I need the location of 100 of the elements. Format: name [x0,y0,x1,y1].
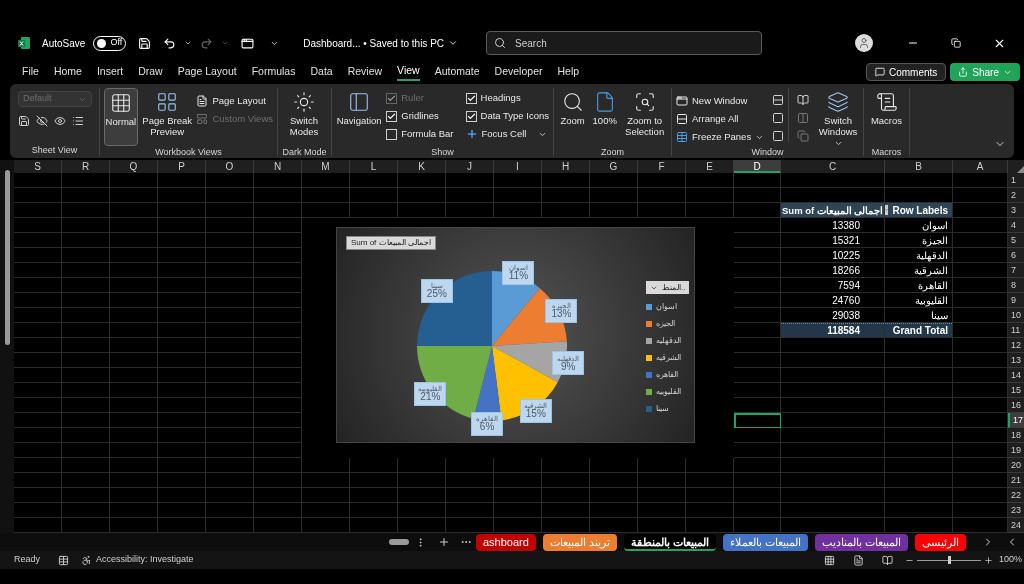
empty-cell[interactable] [734,188,781,203]
column-header[interactable]: H [542,160,590,173]
empty-cell[interactable] [254,488,302,503]
empty-cell[interactable] [254,383,302,398]
empty-cell[interactable] [302,458,350,473]
add-sheet-icon[interactable] [438,536,450,548]
empty-cell[interactable] [158,353,206,368]
empty-cell[interactable] [110,218,158,233]
empty-cell[interactable] [885,503,953,518]
empty-cell[interactable] [638,188,686,203]
empty-cell[interactable] [638,458,686,473]
new-window-button[interactable]: New Window [676,92,765,110]
empty-cell[interactable] [254,218,302,233]
empty-cell[interactable] [206,473,254,488]
accessibility-icon[interactable] [81,554,92,566]
empty-cell[interactable] [62,428,110,443]
empty-cell[interactable] [206,413,254,428]
row-header[interactable]: 2 [1008,188,1024,203]
empty-cell[interactable] [638,173,686,188]
column-header[interactable]: B [885,160,953,173]
page-layout-button[interactable]: Page Layout [196,92,273,110]
empty-cell[interactable] [206,428,254,443]
normal-view-button[interactable]: Normal [104,88,138,146]
empty-cell[interactable] [350,458,398,473]
empty-cell[interactable] [494,188,542,203]
empty-cell[interactable] [62,278,110,293]
empty-cell[interactable] [734,293,781,308]
empty-cell[interactable] [62,323,110,338]
empty-cell[interactable] [158,443,206,458]
empty-cell[interactable] [885,173,953,188]
empty-cell[interactable] [590,203,638,218]
empty-cell[interactable] [542,203,590,218]
row-header[interactable]: 10 [1008,308,1024,323]
empty-cell[interactable] [206,383,254,398]
empty-cell[interactable] [302,173,350,188]
empty-cell[interactable] [14,353,62,368]
empty-cell[interactable] [781,383,885,398]
filter-dropdown-icon[interactable] [885,205,889,215]
empty-cell[interactable] [638,488,686,503]
empty-cell[interactable] [158,293,206,308]
empty-cell[interactable] [110,173,158,188]
row-header[interactable]: 18 [1008,428,1024,443]
empty-cell[interactable] [254,443,302,458]
empty-cell[interactable] [781,458,885,473]
empty-cell[interactable] [254,173,302,188]
zoom-100-button[interactable]: 100% [591,88,619,146]
empty-cell[interactable] [494,503,542,518]
empty-cell[interactable] [885,488,953,503]
empty-cell[interactable] [206,488,254,503]
column-header[interactable]: I [494,160,542,173]
file-name-button[interactable]: Dashboard... • Saved to this PC [303,35,459,51]
empty-cell[interactable] [206,338,254,353]
empty-cell[interactable] [14,473,62,488]
row-header[interactable]: 21 [1008,473,1024,488]
redo-icon[interactable] [200,36,214,50]
empty-cell[interactable] [734,248,781,263]
empty-cell[interactable] [14,368,62,383]
column-header[interactable]: K [398,160,446,173]
column-header[interactable]: R [62,160,110,173]
empty-cell[interactable] [206,503,254,518]
empty-cell[interactable] [885,338,953,353]
empty-cell[interactable] [350,203,398,218]
empty-cell[interactable] [885,458,953,473]
empty-cell[interactable] [398,488,446,503]
empty-cell[interactable] [302,503,350,518]
empty-cell[interactable] [446,173,494,188]
empty-cell[interactable] [206,353,254,368]
restore-icon[interactable] [951,38,961,48]
empty-cell[interactable] [158,263,206,278]
page-break-preview-button[interactable]: Page Break Preview [141,88,193,146]
sheet-tab[interactable]: المبيعات بالعملاء [723,533,809,551]
empty-cell[interactable] [158,248,206,263]
empty-cell[interactable] [254,338,302,353]
empty-cell[interactable] [542,173,590,188]
empty-cell[interactable] [62,443,110,458]
empty-cell[interactable] [110,473,158,488]
zoom-button[interactable]: Zoom [558,88,588,146]
empty-cell[interactable] [62,233,110,248]
empty-cell[interactable] [781,368,885,383]
macros-button[interactable]: Macros [868,88,905,146]
empty-cell[interactable] [638,473,686,488]
empty-cell[interactable] [14,443,62,458]
empty-cell[interactable] [734,173,781,188]
empty-cell[interactable] [110,308,158,323]
empty-cell[interactable] [110,278,158,293]
row-header[interactable]: 7 [1008,263,1024,278]
menu-tab[interactable]: File [22,63,39,81]
empty-cell[interactable] [254,278,302,293]
empty-cell[interactable] [590,473,638,488]
switch-windows-button[interactable]: Switch Windows [817,88,859,146]
empty-cell[interactable] [110,368,158,383]
empty-cell[interactable] [158,323,206,338]
empty-cell[interactable] [254,473,302,488]
sheet-tab[interactable]: المبيعات بالمناديب [815,533,909,551]
eye-off-icon[interactable] [36,115,48,127]
column-header[interactable]: N [254,160,302,173]
empty-cell[interactable] [62,263,110,278]
empty-cell[interactable] [110,203,158,218]
normal-view-icon[interactable] [823,554,835,566]
empty-cell[interactable] [885,473,953,488]
